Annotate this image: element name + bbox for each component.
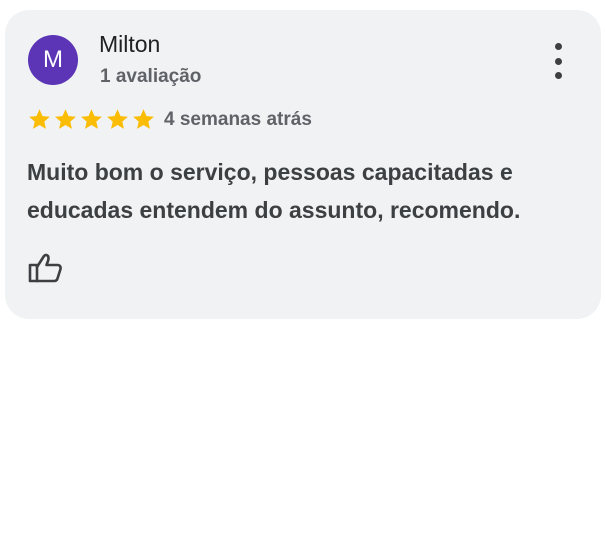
avatar[interactable]: M [28, 35, 78, 85]
star-icon [107, 109, 128, 129]
more-vertical-icon [554, 43, 562, 50]
review-card: M Milton 1 avaliação 4 semanas atrás Mui… [5, 10, 601, 319]
star-rating [27, 107, 156, 132]
review-time: 4 semanas atrás [164, 109, 312, 130]
review-text: Muito bom o serviço, pessoas capacitadas… [27, 159, 521, 223]
star-icon [55, 109, 76, 129]
more-options-button[interactable] [545, 43, 571, 79]
star-icon [133, 109, 154, 129]
avatar-initial: M [43, 46, 63, 73]
reviewer-review-count: 1 avaliação [100, 66, 202, 87]
like-button[interactable] [25, 248, 65, 288]
star-icon [29, 109, 50, 129]
star-icon [81, 109, 102, 129]
thumbs-up-icon [28, 253, 62, 283]
reviewer-name[interactable]: Milton [99, 31, 160, 58]
